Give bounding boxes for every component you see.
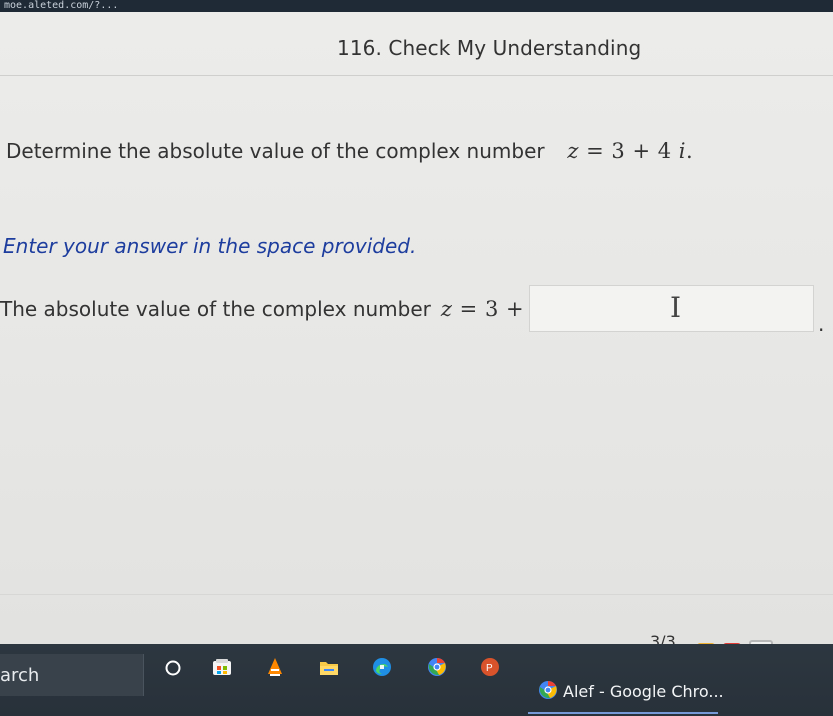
file-explorer-icon[interactable] xyxy=(318,657,340,679)
answer-prefix-text: The absolute value of the complex number xyxy=(0,297,431,321)
page-title: 116. Check My Understanding xyxy=(337,36,642,60)
question-prompt: Determine the absolute value of the comp… xyxy=(6,139,693,163)
taskbar-search-text: arch xyxy=(0,664,40,686)
complex-number-expression: z = 3 + 4 i. xyxy=(567,139,693,163)
vlc-icon[interactable] xyxy=(264,656,286,678)
math-imag: i xyxy=(678,139,687,163)
active-chrome-icon[interactable] xyxy=(537,679,559,701)
task-view-icon[interactable] xyxy=(162,657,184,679)
taskbar: arch P Alef - Google Chro... xyxy=(0,644,833,716)
text-cursor-icon: Ⅰ xyxy=(669,290,682,324)
answer-input-box[interactable]: Ⅰ xyxy=(529,285,814,332)
edge-icon[interactable] xyxy=(371,656,393,678)
math-term-a: 3 xyxy=(611,139,626,163)
chrome-icon[interactable] xyxy=(426,656,448,678)
page-content: 116. Check My Understanding Determine th… xyxy=(0,12,833,664)
answer-math-equals: = xyxy=(459,297,478,321)
store-icon[interactable] xyxy=(211,656,233,678)
top-divider xyxy=(0,75,833,76)
math-equals: = xyxy=(586,139,605,163)
active-window-indicator xyxy=(528,712,718,714)
answer-sentence: The absolute value of the complex number… xyxy=(0,297,584,321)
bottom-divider xyxy=(0,594,833,595)
answer-math-lhs: z xyxy=(440,297,453,321)
math-plus: + xyxy=(632,139,651,163)
browser-address-strip: moe.aleted.com/?... xyxy=(0,0,833,12)
active-window-label[interactable]: Alef - Google Chro... xyxy=(563,682,724,701)
answer-period: . xyxy=(818,312,825,336)
question-period: . xyxy=(686,139,694,163)
taskbar-search[interactable]: arch xyxy=(0,654,144,696)
math-lhs: z xyxy=(567,139,579,163)
instruction-text: Enter your answer in the space provided. xyxy=(3,234,417,258)
answer-math-plus: + xyxy=(506,297,525,321)
powerpoint-icon[interactable]: P xyxy=(479,656,501,678)
question-prompt-text: Determine the absolute value of the comp… xyxy=(6,139,545,163)
svg-text:P: P xyxy=(486,663,493,674)
answer-math-term-a: 3 xyxy=(484,297,499,321)
math-term-b: 4 xyxy=(657,139,672,163)
